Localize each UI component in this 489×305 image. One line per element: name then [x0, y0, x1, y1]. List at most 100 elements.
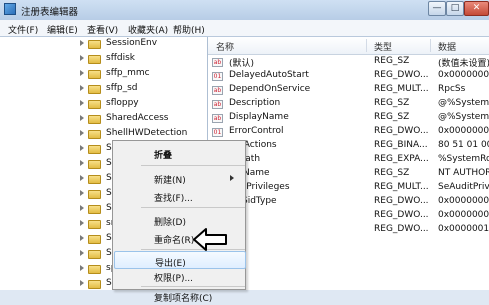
menu-separator [141, 207, 245, 208]
value-data: 0x00000010 [438, 224, 489, 234]
folder-icon [88, 205, 101, 214]
value-row[interactable]: ab Description REG_SZ @%SystemR [208, 98, 489, 111]
expand-arrow-icon[interactable] [80, 55, 84, 61]
value-name: Description [229, 98, 281, 108]
folder-icon [88, 85, 101, 94]
menu-favorites[interactable]: 收藏夹(A) [128, 23, 168, 36]
menu-edit[interactable]: 编辑(E) [47, 23, 78, 36]
tree-item-label: sffp_mmc [106, 68, 150, 78]
string-value-icon: ab [212, 86, 223, 95]
column-separator[interactable] [366, 39, 367, 52]
value-type: REG_DWO... [374, 70, 429, 80]
tree-item-label: sffp_sd [106, 83, 138, 93]
context-menu-item-find[interactable]: 查找(F)... [114, 187, 246, 205]
folder-icon [88, 280, 101, 289]
expand-arrow-icon[interactable] [80, 175, 84, 181]
expand-arrow-icon[interactable] [80, 250, 84, 256]
context-menu-item-permissions[interactable]: 权限(P)... [114, 267, 246, 285]
values-pane[interactable]: 名称 类型 数据 ab (默认) REG_SZ (数值未设置) 01 Delay… [208, 37, 489, 290]
minimize-button[interactable]: — [428, 1, 446, 16]
menu-bar: 文件(F) 编辑(E) 查看(V) 收藏夹(A) 帮助(H) [0, 20, 489, 37]
value-row[interactable]: 01 ureActions REG_BINA... 80 51 01 00 [208, 140, 489, 153]
tree-item[interactable]: sffdisk [80, 53, 207, 66]
expand-arrow-icon[interactable] [80, 205, 84, 211]
header-name[interactable]: 名称 [216, 40, 234, 53]
folder-icon [88, 160, 101, 169]
string-value-icon: ab [212, 58, 223, 67]
expand-arrow-icon[interactable] [80, 115, 84, 121]
context-menu-item-new[interactable]: 新建(N) [114, 169, 246, 187]
value-type: REG_DWO... [374, 224, 429, 234]
values-header-row: 名称 类型 数据 [208, 37, 489, 55]
header-data[interactable]: 数据 [438, 40, 456, 53]
tree-item[interactable]: SessionEnv [80, 38, 207, 51]
column-separator[interactable] [430, 39, 431, 52]
expand-arrow-icon[interactable] [80, 265, 84, 271]
value-row[interactable]: ab DependOnService REG_MULT... RpcSs [208, 84, 489, 97]
folder-icon [88, 190, 101, 199]
tree-item[interactable]: sfloppy [80, 98, 207, 111]
tree-item[interactable]: sffp_sd [80, 83, 207, 96]
value-row[interactable]: 01 DelayedAutoStart REG_DWO... 0x0000000… [208, 70, 489, 83]
close-button[interactable]: ✕ [464, 1, 489, 16]
tree-item[interactable]: sffp_mmc [80, 68, 207, 81]
expand-arrow-icon[interactable] [80, 235, 84, 241]
value-type: REG_EXPA... [374, 154, 429, 164]
value-name: DisplayName [229, 112, 289, 122]
value-row[interactable]: 01 REG_DWO... 0x00000010 [208, 224, 489, 237]
tree-item-label: sfloppy [106, 98, 139, 108]
expand-arrow-icon[interactable] [80, 40, 84, 46]
folder-icon [88, 40, 101, 49]
value-type: REG_SZ [374, 56, 410, 66]
value-row[interactable]: 01 iceSidType REG_DWO... 0x00000001 [208, 196, 489, 209]
expand-arrow-icon[interactable] [80, 160, 84, 166]
value-row[interactable]: ab ectName REG_SZ NT AUTHOR [208, 168, 489, 181]
tree-item-label: SharedAccess [106, 113, 169, 123]
context-menu-item-collapse[interactable]: 折叠 [114, 144, 246, 162]
expand-arrow-icon[interactable] [80, 190, 84, 196]
folder-icon [88, 235, 101, 244]
maximize-button[interactable]: □ [446, 1, 464, 16]
value-row[interactable]: ab (默认) REG_SZ (数值未设置) [208, 56, 489, 69]
value-type: REG_DWO... [374, 196, 429, 206]
folder-icon [88, 220, 101, 229]
string-value-icon: ab [212, 100, 223, 109]
menu-help[interactable]: 帮助(H) [173, 23, 205, 36]
expand-arrow-icon[interactable] [80, 280, 84, 286]
folder-icon [88, 145, 101, 154]
value-data: %SystemRoo [438, 154, 489, 164]
folder-icon [88, 100, 101, 109]
binary-value-icon: 01 [212, 128, 223, 137]
tree-item[interactable]: SharedAccess [80, 113, 207, 126]
value-data: NT AUTHOR [438, 168, 489, 178]
expand-arrow-icon[interactable] [80, 70, 84, 76]
expand-arrow-icon[interactable] [80, 100, 84, 106]
value-type: REG_BINA... [374, 140, 428, 150]
expand-arrow-icon[interactable] [80, 220, 84, 226]
header-type[interactable]: 类型 [374, 40, 392, 53]
expand-arrow-icon[interactable] [80, 145, 84, 151]
value-name: ErrorControl [229, 126, 284, 136]
value-row[interactable]: ab gePath REG_EXPA... %SystemRoo [208, 154, 489, 167]
value-row[interactable]: 01 ErrorControl REG_DWO... 0x00000001 [208, 126, 489, 139]
value-data: 0x00000001 [438, 70, 489, 80]
value-row[interactable]: 01 REG_DWO... 0x00000002 [208, 210, 489, 223]
expand-arrow-icon[interactable] [80, 130, 84, 136]
expand-arrow-icon[interactable] [80, 85, 84, 91]
value-data: 0x00000001 [438, 196, 489, 206]
tree-item-label: ShellHWDetection [106, 128, 188, 138]
value-data: (数值未设置) [438, 59, 489, 69]
folder-icon [88, 175, 101, 184]
value-data: 0x00000001 [438, 126, 489, 136]
value-name: DelayedAutoStart [229, 70, 309, 80]
menu-file[interactable]: 文件(F) [8, 23, 38, 36]
value-data: SeAuditPrivil [438, 182, 489, 192]
value-row[interactable]: ab iredPrivileges REG_MULT... SeAuditPri… [208, 182, 489, 195]
folder-icon [88, 250, 101, 259]
context-menu-label: 折叠 [154, 151, 173, 161]
folder-icon [88, 115, 101, 124]
menu-view[interactable]: 查看(V) [87, 23, 118, 36]
binary-value-icon: 01 [212, 72, 223, 81]
value-row[interactable]: ab DisplayName REG_SZ @%SystemR [208, 112, 489, 125]
folder-icon [88, 130, 101, 139]
